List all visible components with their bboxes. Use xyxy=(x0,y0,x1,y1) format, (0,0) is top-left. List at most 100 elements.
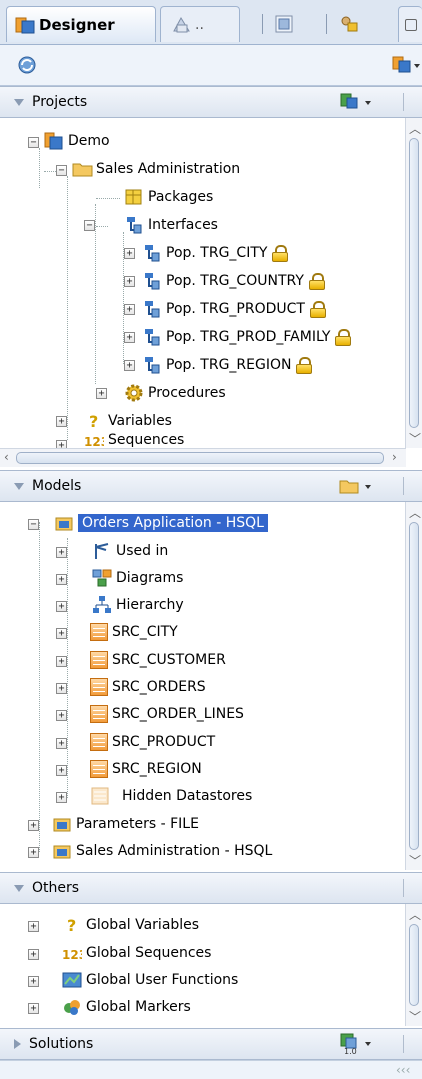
interface-icon xyxy=(142,299,162,319)
tree-item-hidden-datastores[interactable]: Hidden Datastores xyxy=(90,783,252,809)
expand-toggle[interactable]: + xyxy=(124,248,135,259)
expand-toggle[interactable]: − xyxy=(56,165,67,176)
tree-item-parameters-file[interactable]: Parameters - FILE xyxy=(52,811,199,837)
tab-minimize[interactable] xyxy=(398,6,422,42)
refresh-icon[interactable] xyxy=(16,54,38,76)
expand-toggle[interactable]: + xyxy=(56,628,67,639)
tree-item-sales-administration[interactable]: Sales Administration xyxy=(72,156,240,182)
pin-icon xyxy=(92,541,112,561)
diagram-icon xyxy=(92,568,112,588)
tree-item-datastore[interactable]: SRC_PRODUCT xyxy=(90,729,215,755)
tree-item-global-user-functions[interactable]: Global User Functions xyxy=(62,967,238,993)
datastore-icon xyxy=(90,733,108,751)
tree-item-sequences[interactable]: 123 Sequences xyxy=(84,432,184,448)
tree-item-interface[interactable]: Pop. TRG_CITY xyxy=(142,240,289,266)
tree-item-interface[interactable]: Pop. TRG_REGION xyxy=(142,352,313,378)
expand-toggle[interactable]: + xyxy=(96,388,107,399)
lock-icon xyxy=(309,301,327,318)
tree-item-demo[interactable]: Demo xyxy=(44,128,110,154)
question-icon: ? xyxy=(62,915,82,935)
expand-toggle[interactable]: + xyxy=(124,304,135,315)
tree-item-global-sequences[interactable]: 123 Global Sequences xyxy=(62,940,211,966)
tree-item-diagrams[interactable]: Diagrams xyxy=(92,565,183,591)
tab-security[interactable] xyxy=(330,6,376,42)
expand-toggle[interactable]: + xyxy=(56,601,67,612)
expand-toggle[interactable]: + xyxy=(28,976,39,987)
expand-toggle[interactable]: + xyxy=(56,656,67,667)
expand-toggle[interactable]: + xyxy=(28,820,39,831)
expand-toggle[interactable]: + xyxy=(124,276,135,287)
tree-item-global-markers[interactable]: Global Markers xyxy=(62,994,191,1020)
tree-item-interface[interactable]: Pop. TRG_PRODUCT xyxy=(142,296,327,322)
model-icon xyxy=(52,841,72,861)
scroll-thumb[interactable] xyxy=(409,924,419,1006)
tree-item-packages[interactable]: Packages xyxy=(124,184,213,210)
expand-toggle[interactable]: + xyxy=(56,683,67,694)
models-header-label: Models xyxy=(32,478,82,494)
projects-section-header[interactable]: Projects xyxy=(0,86,422,118)
tree-item-datastore[interactable]: SRC_ORDERS xyxy=(90,674,206,700)
models-vertical-scrollbar[interactable]: ︿ ﹀ xyxy=(405,502,422,870)
solutions-menu-icon[interactable]: 1.0 xyxy=(338,1032,378,1056)
interface-icon xyxy=(142,271,162,291)
solutions-section-header[interactable]: Solutions 1.0 xyxy=(0,1028,422,1060)
expand-toggle[interactable]: + xyxy=(56,710,67,721)
designer-menu-icon[interactable] xyxy=(392,54,422,76)
expand-toggle[interactable]: + xyxy=(56,792,67,803)
solutions-header-label: Solutions xyxy=(29,1036,94,1052)
expand-toggle[interactable]: + xyxy=(56,765,67,776)
tree-item-datastore[interactable]: SRC_REGION xyxy=(90,756,202,782)
question-icon: ? xyxy=(84,411,104,431)
expand-toggle[interactable]: + xyxy=(56,738,67,749)
security-icon xyxy=(338,14,358,34)
marker-icon xyxy=(62,997,82,1017)
tree-item-procedures[interactable]: Procedures xyxy=(124,380,226,406)
tree-item-interfaces[interactable]: Interfaces xyxy=(124,212,218,238)
tree-item-sales-administration-hsql[interactable]: Sales Administration - HSQL xyxy=(52,838,272,864)
others-vertical-scrollbar[interactable]: ︿ ﹀ xyxy=(405,904,422,1026)
tree-item-datastore[interactable]: SRC_CITY xyxy=(90,619,178,645)
tab-topology[interactable] xyxy=(264,6,310,42)
tree-item-orders-application[interactable]: Orders Application - HSQL xyxy=(54,510,268,536)
topology-icon xyxy=(274,14,294,34)
tree-item-datastore[interactable]: SRC_ORDER_LINES xyxy=(90,701,244,727)
expand-toggle[interactable]: − xyxy=(28,137,39,148)
gear-icon xyxy=(124,383,144,403)
expand-toggle[interactable]: + xyxy=(28,847,39,858)
models-section-header[interactable]: Models xyxy=(0,470,422,502)
tree-item-hierarchy[interactable]: Hierarchy xyxy=(92,592,184,618)
expand-toggle[interactable]: + xyxy=(28,1003,39,1014)
operator-icon xyxy=(171,15,191,35)
expand-toggle[interactable]: + xyxy=(28,921,39,932)
tab-designer[interactable]: Designer xyxy=(6,6,156,42)
datastore-icon xyxy=(90,651,108,669)
tree-item-interface[interactable]: Pop. TRG_COUNTRY xyxy=(142,268,326,294)
projects-horizontal-scrollbar[interactable]: ‹ › xyxy=(0,448,406,467)
expand-toggle[interactable]: + xyxy=(56,416,67,427)
tab-operator[interactable]: .. xyxy=(160,6,240,42)
collapse-icon xyxy=(14,482,24,490)
expand-toggle[interactable]: + xyxy=(124,332,135,343)
expand-toggle[interactable]: + xyxy=(56,547,67,558)
scroll-thumb[interactable] xyxy=(16,452,384,464)
others-section-header[interactable]: Others xyxy=(0,872,422,904)
expand-toggle[interactable]: − xyxy=(28,519,39,530)
tree-item-variables[interactable]: ? Variables xyxy=(84,408,172,434)
scroll-thumb[interactable] xyxy=(409,138,419,428)
scroll-thumb[interactable] xyxy=(409,522,419,850)
svg-text:1.0: 1.0 xyxy=(344,1047,357,1056)
tree-item-datastore[interactable]: SRC_CUSTOMER xyxy=(90,647,226,673)
expand-toggle[interactable]: + xyxy=(124,360,135,371)
tree-item-global-variables[interactable]: ? Global Variables xyxy=(62,912,199,938)
expand-toggle[interactable]: + xyxy=(28,949,39,960)
models-menu-icon[interactable] xyxy=(338,475,378,497)
expand-toggle[interactable]: + xyxy=(56,574,67,585)
lock-icon xyxy=(308,273,326,290)
tree-item-used-in[interactable]: Used in xyxy=(92,538,168,564)
tree-item-interface[interactable]: Pop. TRG_PROD_FAMILY xyxy=(142,324,352,350)
expand-toggle[interactable]: − xyxy=(84,220,95,231)
projects-vertical-scrollbar[interactable]: ︿ ﹀ xyxy=(405,118,422,448)
interface-icon xyxy=(142,355,162,375)
projects-menu-icon[interactable] xyxy=(338,91,378,113)
interface-icon xyxy=(124,215,144,235)
